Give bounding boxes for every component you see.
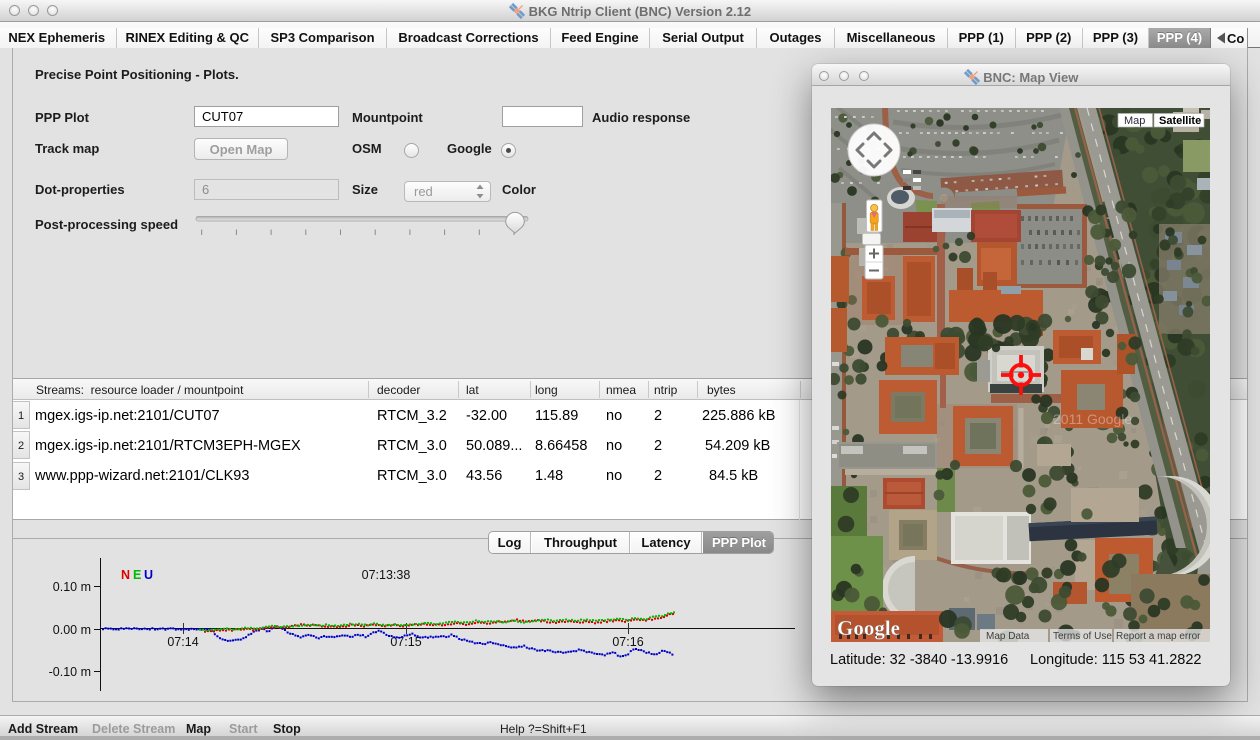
svg-text:Report a map error: Report a map error (1116, 631, 1201, 642)
svg-text:Satellite: Satellite (1159, 115, 1201, 127)
svg-text:2011 Google: 2011 Google (1053, 411, 1132, 427)
svg-text:Map: Map (1124, 115, 1145, 127)
svg-text:Terms of Use: Terms of Use (1053, 631, 1112, 642)
svg-text:Map Data: Map Data (986, 631, 1030, 642)
svg-text:Google: Google (837, 616, 900, 640)
